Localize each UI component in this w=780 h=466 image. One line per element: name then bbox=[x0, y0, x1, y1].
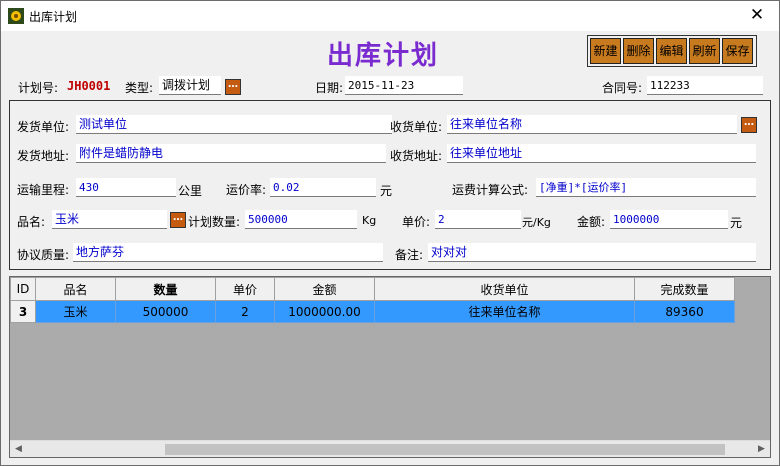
plan-no-label: 计划号: bbox=[18, 81, 59, 95]
product-label: 品名: bbox=[17, 215, 46, 229]
app-icon bbox=[8, 8, 24, 24]
recv-addr-label: 收货地址: bbox=[390, 149, 443, 163]
date-field[interactable]: 2015-11-23 bbox=[345, 76, 463, 95]
amount-unit: 元 bbox=[730, 216, 743, 230]
contract-label: 合同号: bbox=[602, 81, 643, 95]
scroll-right-icon[interactable]: ▶ bbox=[753, 441, 770, 458]
recv-addr-field[interactable]: 往来单位地址 bbox=[447, 144, 756, 163]
cell-product[interactable]: 玉米 bbox=[35, 300, 116, 323]
quality-field[interactable]: 地方萨芬 bbox=[73, 243, 383, 262]
formula-label: 运费计算公式: bbox=[452, 183, 529, 197]
quality-label: 协议质量: bbox=[17, 248, 70, 262]
recv-unit-label: 收货单位: bbox=[390, 120, 443, 134]
remark-label: 备注: bbox=[395, 248, 424, 262]
cell-id[interactable]: 3 bbox=[10, 300, 36, 323]
remark-field[interactable]: 对对对 bbox=[428, 243, 756, 262]
plan-details-group: 发货单位: 测试单位 收货单位: 往来单位名称 … 发货地址: 附件是蜡防静电 … bbox=[9, 100, 771, 270]
column-header-id[interactable]: ID bbox=[10, 277, 36, 301]
column-header-product[interactable]: 品名 bbox=[35, 277, 116, 301]
delete-button[interactable]: 删除 bbox=[623, 38, 654, 64]
column-header-amount[interactable]: 金额 bbox=[274, 277, 375, 301]
ship-unit-label: 发货单位: bbox=[17, 120, 70, 134]
table-row[interactable]: 3 玉米 500000 2 1000000.00 往来单位名称 89360 bbox=[10, 300, 735, 323]
toolbar: 新建 删除 编辑 刷新 保存 bbox=[587, 35, 757, 67]
cell-amount[interactable]: 1000000.00 bbox=[274, 300, 375, 323]
table-header-row: ID 品名 数量 单价 金额 收货单位 完成数量 bbox=[10, 277, 735, 301]
scrollbar-thumb[interactable] bbox=[165, 444, 725, 455]
title-bar: 出库计划 ✕ bbox=[1, 1, 779, 31]
column-header-price[interactable]: 单价 bbox=[215, 277, 275, 301]
distance-label: 运输里程: bbox=[17, 183, 70, 197]
column-header-done-qty[interactable]: 完成数量 bbox=[634, 277, 735, 301]
cell-qty[interactable]: 500000 bbox=[115, 300, 216, 323]
amount-label: 金额: bbox=[577, 215, 606, 229]
distance-unit: 公里 bbox=[178, 184, 203, 198]
amount-field[interactable]: 1000000 bbox=[610, 210, 728, 229]
rate-label: 运价率: bbox=[226, 183, 267, 197]
new-button[interactable]: 新建 bbox=[590, 38, 621, 64]
formula-field[interactable]: [净重]*[运价率] bbox=[536, 178, 756, 197]
price-unit: 元/Kg bbox=[522, 216, 551, 229]
cell-done-qty[interactable]: 89360 bbox=[634, 300, 735, 323]
window-title: 出库计划 bbox=[29, 10, 78, 24]
type-field[interactable]: 调拨计划 bbox=[159, 76, 221, 95]
outbound-plan-window: 出库计划 ✕ 出库计划 新建 删除 编辑 刷新 保存 计划号: JH0001 类… bbox=[0, 0, 780, 466]
contract-field[interactable]: 112233 bbox=[647, 76, 763, 95]
qty-label: 计划数量: bbox=[188, 215, 241, 229]
edit-button[interactable]: 编辑 bbox=[656, 38, 687, 64]
ship-unit-field[interactable]: 测试单位 bbox=[76, 115, 392, 134]
plan-table: ID 品名 数量 单价 金额 收货单位 完成数量 3 玉米 500000 2 1… bbox=[10, 277, 735, 323]
type-picker-button[interactable]: … bbox=[225, 79, 241, 95]
refresh-button[interactable]: 刷新 bbox=[689, 38, 720, 64]
rate-unit: 元 bbox=[380, 184, 393, 198]
save-button[interactable]: 保存 bbox=[722, 38, 753, 64]
ship-addr-label: 发货地址: bbox=[17, 149, 70, 163]
cell-price[interactable]: 2 bbox=[215, 300, 275, 323]
column-header-recv-unit[interactable]: 收货单位 bbox=[374, 277, 635, 301]
recv-unit-field[interactable]: 往来单位名称 bbox=[447, 115, 737, 134]
qty-unit: Kg bbox=[362, 214, 377, 227]
qty-field[interactable]: 500000 bbox=[245, 210, 357, 229]
price-label: 单价: bbox=[402, 215, 431, 229]
plan-no-value: JH0001 bbox=[67, 79, 111, 93]
plan-grid: ID 品名 数量 单价 金额 收货单位 完成数量 3 玉米 500000 2 1… bbox=[9, 276, 771, 458]
date-label: 日期: bbox=[315, 81, 344, 95]
scroll-left-icon[interactable]: ◀ bbox=[10, 441, 27, 458]
product-field[interactable]: 玉米 bbox=[52, 210, 167, 229]
page-title: 出库计划 bbox=[327, 41, 440, 71]
type-label: 类型: bbox=[125, 81, 154, 95]
rate-field[interactable]: 0.02 bbox=[270, 178, 376, 197]
distance-field[interactable]: 430 bbox=[76, 178, 176, 197]
price-field[interactable]: 2 bbox=[435, 210, 521, 229]
horizontal-scrollbar[interactable]: ◀ ▶ bbox=[10, 440, 770, 457]
column-header-qty[interactable]: 数量 bbox=[115, 277, 216, 301]
ship-addr-field[interactable]: 附件是蜡防静电 bbox=[76, 144, 386, 163]
close-icon[interactable]: ✕ bbox=[735, 1, 779, 31]
cell-recv-unit[interactable]: 往来单位名称 bbox=[374, 300, 635, 323]
recv-unit-picker-button[interactable]: … bbox=[741, 117, 757, 133]
product-picker-button[interactable]: … bbox=[170, 212, 186, 228]
